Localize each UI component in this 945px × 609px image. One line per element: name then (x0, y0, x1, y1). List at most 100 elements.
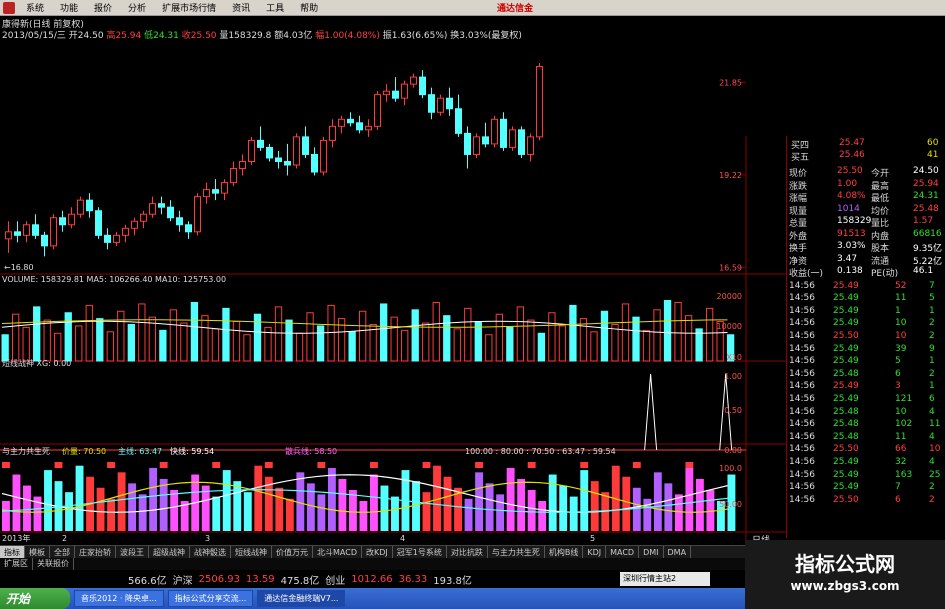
quote-label: 收益(一) (789, 269, 824, 279)
candle-body (32, 224, 39, 236)
tick-row: 14:56 25.50 66 10 (787, 444, 945, 456)
tab-3[interactable]: 庄家抬轿 (75, 546, 116, 558)
tick-time: 14:56 (789, 318, 815, 329)
menu-help[interactable]: 帮助 (292, 1, 326, 14)
quote-value: 91513 (837, 228, 866, 239)
tab-5[interactable]: 超级战神 (149, 546, 190, 558)
tick-time: 14:56 (789, 431, 815, 442)
candle-body (257, 139, 264, 148)
ind2-tick-label: 100.0 (719, 464, 742, 473)
ind2-param-main: 主线: 63.47 (118, 446, 162, 456)
ind2-bar (170, 489, 179, 531)
menu-system[interactable]: 系统 (18, 1, 52, 14)
tab-15[interactable]: KDJ (583, 546, 607, 558)
ind2-bar (506, 467, 515, 531)
tab-6[interactable]: 战神骰选 (190, 546, 231, 558)
volume-bar (653, 309, 661, 362)
tick-count: 1 (929, 381, 935, 392)
sz-amount: 475.8亿 (280, 575, 320, 587)
watermark: 指标公式网 www.zbgs3.com (745, 540, 945, 609)
volume-bar (64, 312, 72, 362)
tick-time: 14:56 (789, 305, 815, 316)
tab-2[interactable]: 全部 (50, 546, 75, 558)
tab-11[interactable]: 冠军1号系统 (393, 546, 447, 558)
quote-label: PE(动) (871, 269, 899, 279)
tick-time: 14:56 (789, 469, 815, 480)
tab-8[interactable]: 价值万元 (272, 546, 313, 558)
tick-time: 14:56 (789, 494, 815, 505)
quote-label: 最低 (871, 194, 890, 204)
quote-value: 9.35亿 (913, 244, 943, 254)
tab-12[interactable]: 对比抗跌 (447, 546, 488, 558)
candle-body (77, 199, 84, 215)
quote-label: 流通 (871, 256, 890, 267)
ind2-bar (527, 489, 536, 531)
menu-bar: 系统 功能 报价 分析 扩展市场行情 资讯 工具 帮助 通达信金 (0, 0, 945, 16)
volume-bar (358, 310, 367, 362)
tick-row: 14:56 25.49 39 9 (787, 344, 945, 356)
bid-row: 买四 25.47 60 (787, 138, 945, 151)
menu-quote[interactable]: 报价 (86, 1, 120, 14)
extra-tab-0[interactable]: 扩展区 (0, 558, 33, 570)
quote-label: 外盘 (789, 231, 808, 242)
taskbar-item-tdx[interactable]: 通达信金融终端V7... (257, 590, 346, 607)
bid-price: 25.47 (839, 138, 865, 148)
menu-analysis[interactable]: 分析 (120, 1, 154, 14)
tab-4[interactable]: 波段王 (116, 546, 149, 558)
tab-10[interactable]: 改KDJ (362, 546, 393, 558)
ind2-bar (65, 492, 73, 531)
candle-body (194, 196, 201, 233)
quote-label: 均价 (871, 206, 890, 217)
volume-bar (558, 325, 567, 362)
ind2-bar (243, 492, 252, 531)
candle-body (509, 129, 516, 148)
tick-time: 14:56 (789, 330, 815, 341)
ind2-bar (517, 478, 526, 531)
ind1-tick-label: 1.00 (724, 372, 742, 381)
tab-18[interactable]: DMA (664, 546, 692, 558)
tick-row: 14:56 25.49 121 6 (787, 394, 945, 406)
quote-label: 总量 (789, 219, 808, 229)
ind2-bar (664, 483, 673, 531)
ind2-bar (327, 467, 336, 531)
tick-price: 25.49 (833, 393, 859, 404)
menu-extended-market[interactable]: 扩展市场行情 (154, 1, 224, 14)
tick-volume: 6 (895, 368, 901, 379)
volume-bar (295, 332, 304, 362)
start-button[interactable]: 开始 (0, 588, 70, 609)
server-status[interactable]: 深圳行情主站2 (620, 572, 710, 586)
menu-function[interactable]: 功能 (52, 1, 86, 14)
quote-value: 24.50 (913, 166, 939, 176)
volume-bar (12, 313, 20, 362)
tick-count: 1 (929, 356, 935, 367)
quote-row: 涨幅 4.08% 最低 24.31 (787, 191, 945, 204)
taskbar-item-music[interactable]: 音乐2012 · 降央卓... (74, 590, 164, 607)
volume-bar (201, 315, 209, 362)
tab-14[interactable]: 机构B线 (545, 546, 584, 558)
menu-news[interactable]: 资讯 (224, 1, 258, 14)
tick-volume: 32 (895, 456, 907, 467)
ind2-bar (338, 478, 347, 531)
quote-row: 外盘 91513 内盘 66816 (787, 228, 945, 242)
candle-body (302, 136, 309, 155)
tab-16[interactable]: MACD (606, 546, 640, 558)
candle-body (446, 97, 453, 110)
bid-volume: 60 (927, 138, 939, 148)
kline-chart[interactable]: 21.85 19.22 16.59 ←16.80 VOLUME: 158329.81 M… (0, 16, 786, 545)
tab-13[interactable]: 与主力共生死 (488, 546, 545, 558)
tab-7[interactable]: 短线战神 (231, 546, 272, 558)
candle-body (113, 234, 120, 243)
taskbar-item-forum[interactable]: 指标公式分享交流... (167, 590, 254, 607)
tab-1[interactable]: 模板 (25, 546, 50, 558)
quote-value: 1.00 (837, 178, 858, 189)
extra-tab-1[interactable]: 关联报价 (33, 558, 74, 570)
menu-tools[interactable]: 工具 (258, 1, 292, 14)
tab-17[interactable]: DMI (639, 546, 664, 558)
tick-price: 25.50 (833, 330, 859, 341)
tab-0[interactable]: 指标 (0, 546, 25, 558)
tab-9[interactable]: 北斗MACD (313, 546, 362, 558)
ind2-bar (138, 494, 147, 531)
quote-value: 158329 (837, 216, 872, 226)
candle-body (41, 234, 48, 247)
ind2-bar (464, 498, 473, 531)
